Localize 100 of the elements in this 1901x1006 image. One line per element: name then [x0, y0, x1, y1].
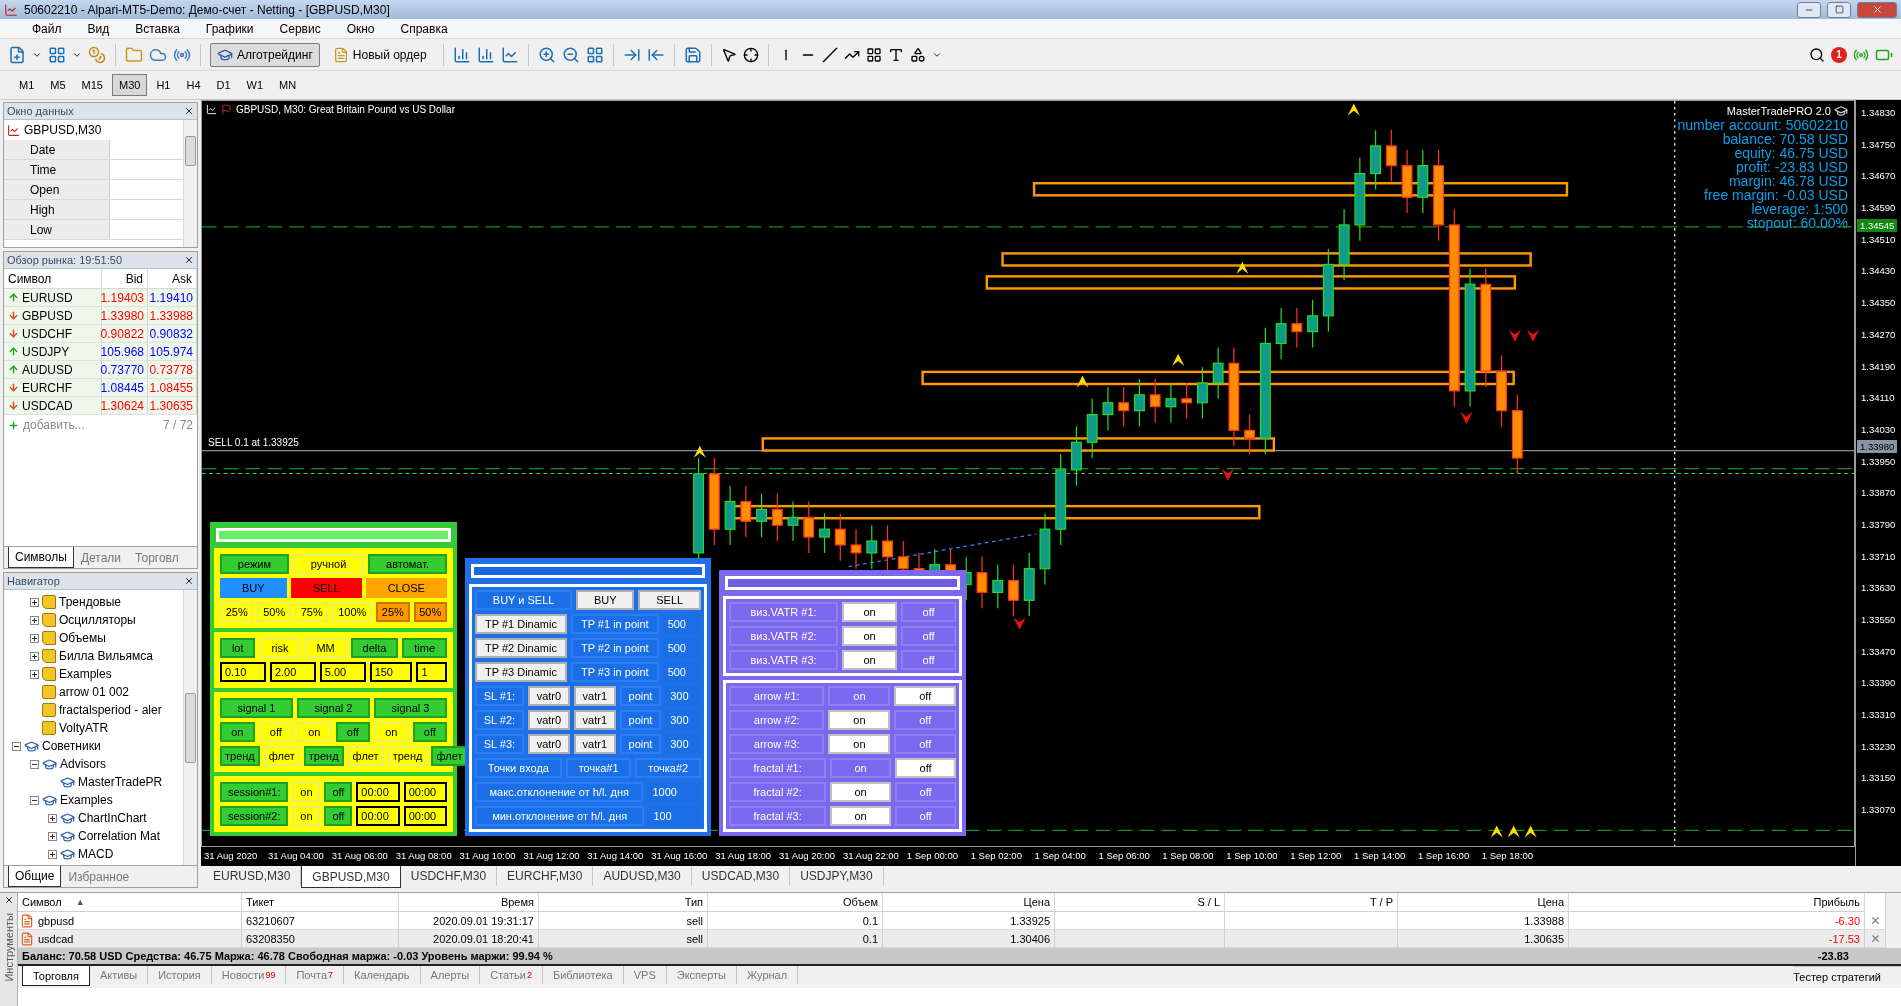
- terminal-tab[interactable]: Календарь: [344, 966, 421, 984]
- toggle-button[interactable]: point: [619, 734, 662, 754]
- panel-tab[interactable]: Торговл: [128, 549, 186, 568]
- toggle-button[interactable]: on: [297, 722, 332, 742]
- toggle-button[interactable]: TP #1 Dinamic: [475, 614, 567, 634]
- toggle-button[interactable]: Точки входа: [475, 758, 562, 778]
- toolbar-button[interactable]: Новый ордер: [325, 42, 434, 67]
- toggle-button[interactable]: MM: [304, 638, 347, 658]
- tree-item[interactable]: Осцилляторы: [59, 613, 136, 627]
- toggle-button[interactable]: signal 1: [220, 698, 293, 718]
- toggle-button[interactable]: автомат.: [368, 554, 447, 574]
- menu-item[interactable]: Вставка: [123, 21, 192, 36]
- line-chart-icon[interactable]: [500, 45, 519, 64]
- toggle-button[interactable]: off: [901, 626, 956, 646]
- tree-item[interactable]: Examples: [59, 667, 112, 681]
- value-field[interactable]: 1000: [647, 782, 701, 802]
- toggle-button[interactable]: тренд: [303, 746, 344, 766]
- partial-close-button[interactable]: 50%: [413, 602, 447, 622]
- scrollbar[interactable]: [183, 120, 197, 247]
- toggle-button[interactable]: off: [258, 722, 293, 742]
- chart-tab[interactable]: USDJPY,M30: [790, 866, 884, 886]
- search-icon[interactable]: [1809, 46, 1825, 63]
- toggle-button[interactable]: lot: [220, 638, 256, 658]
- value-field[interactable]: 300: [665, 710, 701, 730]
- partial-close-button[interactable]: 25%: [376, 602, 410, 622]
- new-chart-icon[interactable]: [8, 45, 26, 64]
- toggle-button[interactable]: time: [402, 638, 447, 658]
- value-field[interactable]: 500: [662, 614, 701, 634]
- toggle-button[interactable]: флет: [263, 746, 300, 766]
- trend-line-icon[interactable]: [821, 46, 838, 63]
- timeframe-button[interactable]: W1: [239, 74, 271, 96]
- toggle-button[interactable]: SELL: [638, 590, 701, 610]
- toggle-button[interactable]: point: [619, 710, 662, 730]
- chart-tab[interactable]: USDCHF,M30: [400, 866, 498, 886]
- shapes-icon[interactable]: [909, 46, 926, 63]
- cursor-icon[interactable]: [720, 46, 737, 63]
- minimize-button[interactable]: [1797, 1, 1821, 18]
- toggle-button[interactable]: on: [828, 686, 891, 706]
- timeframe-button[interactable]: M5: [43, 74, 73, 96]
- terminal-tab[interactable]: Журнал: [737, 966, 799, 984]
- toggle-button[interactable]: off: [895, 758, 956, 778]
- toggle-button[interactable]: off: [894, 710, 956, 730]
- value-field[interactable]: 00:00: [403, 782, 447, 802]
- expand-icon[interactable]: [48, 813, 57, 823]
- close-button[interactable]: [1857, 1, 1897, 18]
- toggle-button[interactable]: off: [895, 782, 956, 802]
- timeframe-button[interactable]: H1: [149, 74, 178, 96]
- tree-item[interactable]: Advisors: [60, 757, 106, 771]
- toggle-button[interactable]: TP #2 Dinamic: [475, 638, 567, 658]
- value-field[interactable]: 500: [662, 638, 701, 658]
- timeframe-button[interactable]: M1: [12, 74, 42, 96]
- toggle-button[interactable]: point: [619, 686, 662, 706]
- value-field[interactable]: 100: [648, 806, 701, 826]
- text-icon[interactable]: [887, 46, 904, 63]
- toggle-button[interactable]: off: [324, 782, 353, 802]
- zoom-out-icon[interactable]: [561, 45, 580, 64]
- menu-item[interactable]: Графики: [193, 21, 266, 36]
- tree-item[interactable]: VoltyATR: [59, 721, 109, 735]
- tile-windows-icon[interactable]: [585, 45, 604, 64]
- expand-icon[interactable]: [48, 849, 57, 859]
- value-field[interactable]: 0.10: [220, 662, 266, 682]
- value-field[interactable]: 00:00: [356, 782, 400, 802]
- toggle-button[interactable]: vatr1: [573, 686, 616, 706]
- toggle-button[interactable]: 100%: [332, 602, 373, 622]
- toggle-button[interactable]: delta: [350, 638, 399, 658]
- toggle-button[interactable]: off: [894, 734, 956, 754]
- toggle-button[interactable]: 25%: [220, 602, 254, 622]
- close-icon[interactable]: [3, 895, 14, 905]
- chart-tab[interactable]: AUDUSD,M30: [593, 866, 692, 886]
- value-field[interactable]: 2.00: [269, 662, 316, 682]
- toggle-button[interactable]: TP #3 Dinamic: [475, 662, 567, 682]
- toggle-button[interactable]: signal 2: [297, 698, 370, 718]
- buy-button[interactable]: BUY: [220, 578, 287, 598]
- terminal-tab[interactable]: История: [148, 966, 212, 984]
- toggle-button[interactable]: режим: [220, 554, 289, 574]
- value-field[interactable]: 00:00: [403, 806, 447, 826]
- menu-item[interactable]: Сервис: [267, 21, 333, 36]
- tree-item[interactable]: Объемы: [59, 631, 106, 645]
- expand-icon[interactable]: [30, 597, 39, 607]
- chart-tab[interactable]: GBPUSD,M30: [301, 866, 401, 888]
- toggle-button[interactable]: off: [895, 806, 956, 826]
- timeframe-button[interactable]: H4: [179, 74, 208, 96]
- collapse-icon[interactable]: [30, 795, 39, 805]
- toggle-button[interactable]: on: [374, 722, 409, 742]
- sell-button[interactable]: SELL: [290, 578, 362, 598]
- toggle-button[interactable]: off: [901, 650, 956, 670]
- plus-icon[interactable]: [8, 419, 19, 431]
- value-field[interactable]: 500: [662, 662, 701, 682]
- value-field[interactable]: 5.00: [319, 662, 366, 682]
- scrollbar[interactable]: [183, 590, 197, 865]
- toggle-button[interactable]: vatr1: [573, 734, 616, 754]
- toggle-button[interactable]: on: [830, 782, 892, 802]
- toggle-button[interactable]: BUY: [576, 590, 635, 610]
- toggle-button[interactable]: ручной: [292, 554, 365, 574]
- close-icon[interactable]: [184, 106, 194, 116]
- timeframe-button[interactable]: M30: [111, 74, 148, 96]
- strategy-tester-tab[interactable]: Тестер стратегий: [1793, 966, 1901, 986]
- menu-item[interactable]: Окно: [334, 21, 387, 36]
- menu-item[interactable]: Справка: [388, 21, 460, 36]
- coins-icon[interactable]: [88, 45, 106, 64]
